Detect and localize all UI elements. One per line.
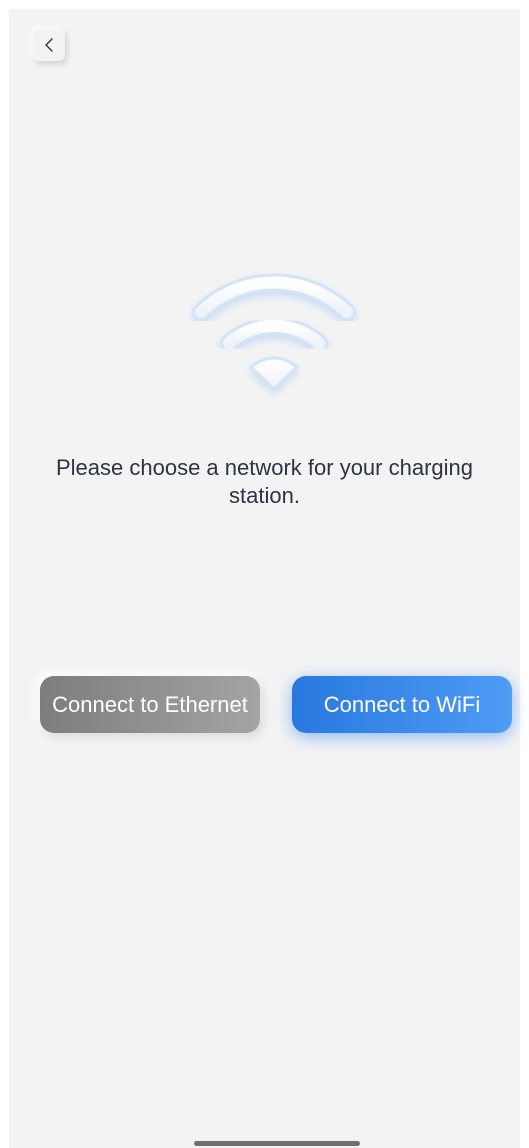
chevron-left-icon	[45, 38, 53, 52]
home-indicator[interactable]	[194, 1141, 360, 1146]
wifi-icon	[192, 273, 356, 391]
back-button[interactable]	[33, 29, 65, 61]
network-selection-screen: Please choose a network for your chargin…	[9, 9, 520, 1148]
network-prompt-text: Please choose a network for your chargin…	[55, 455, 473, 508]
connect-ethernet-button[interactable]: Connect to Ethernet	[40, 676, 260, 733]
connect-wifi-button[interactable]: Connect to WiFi	[292, 676, 512, 733]
